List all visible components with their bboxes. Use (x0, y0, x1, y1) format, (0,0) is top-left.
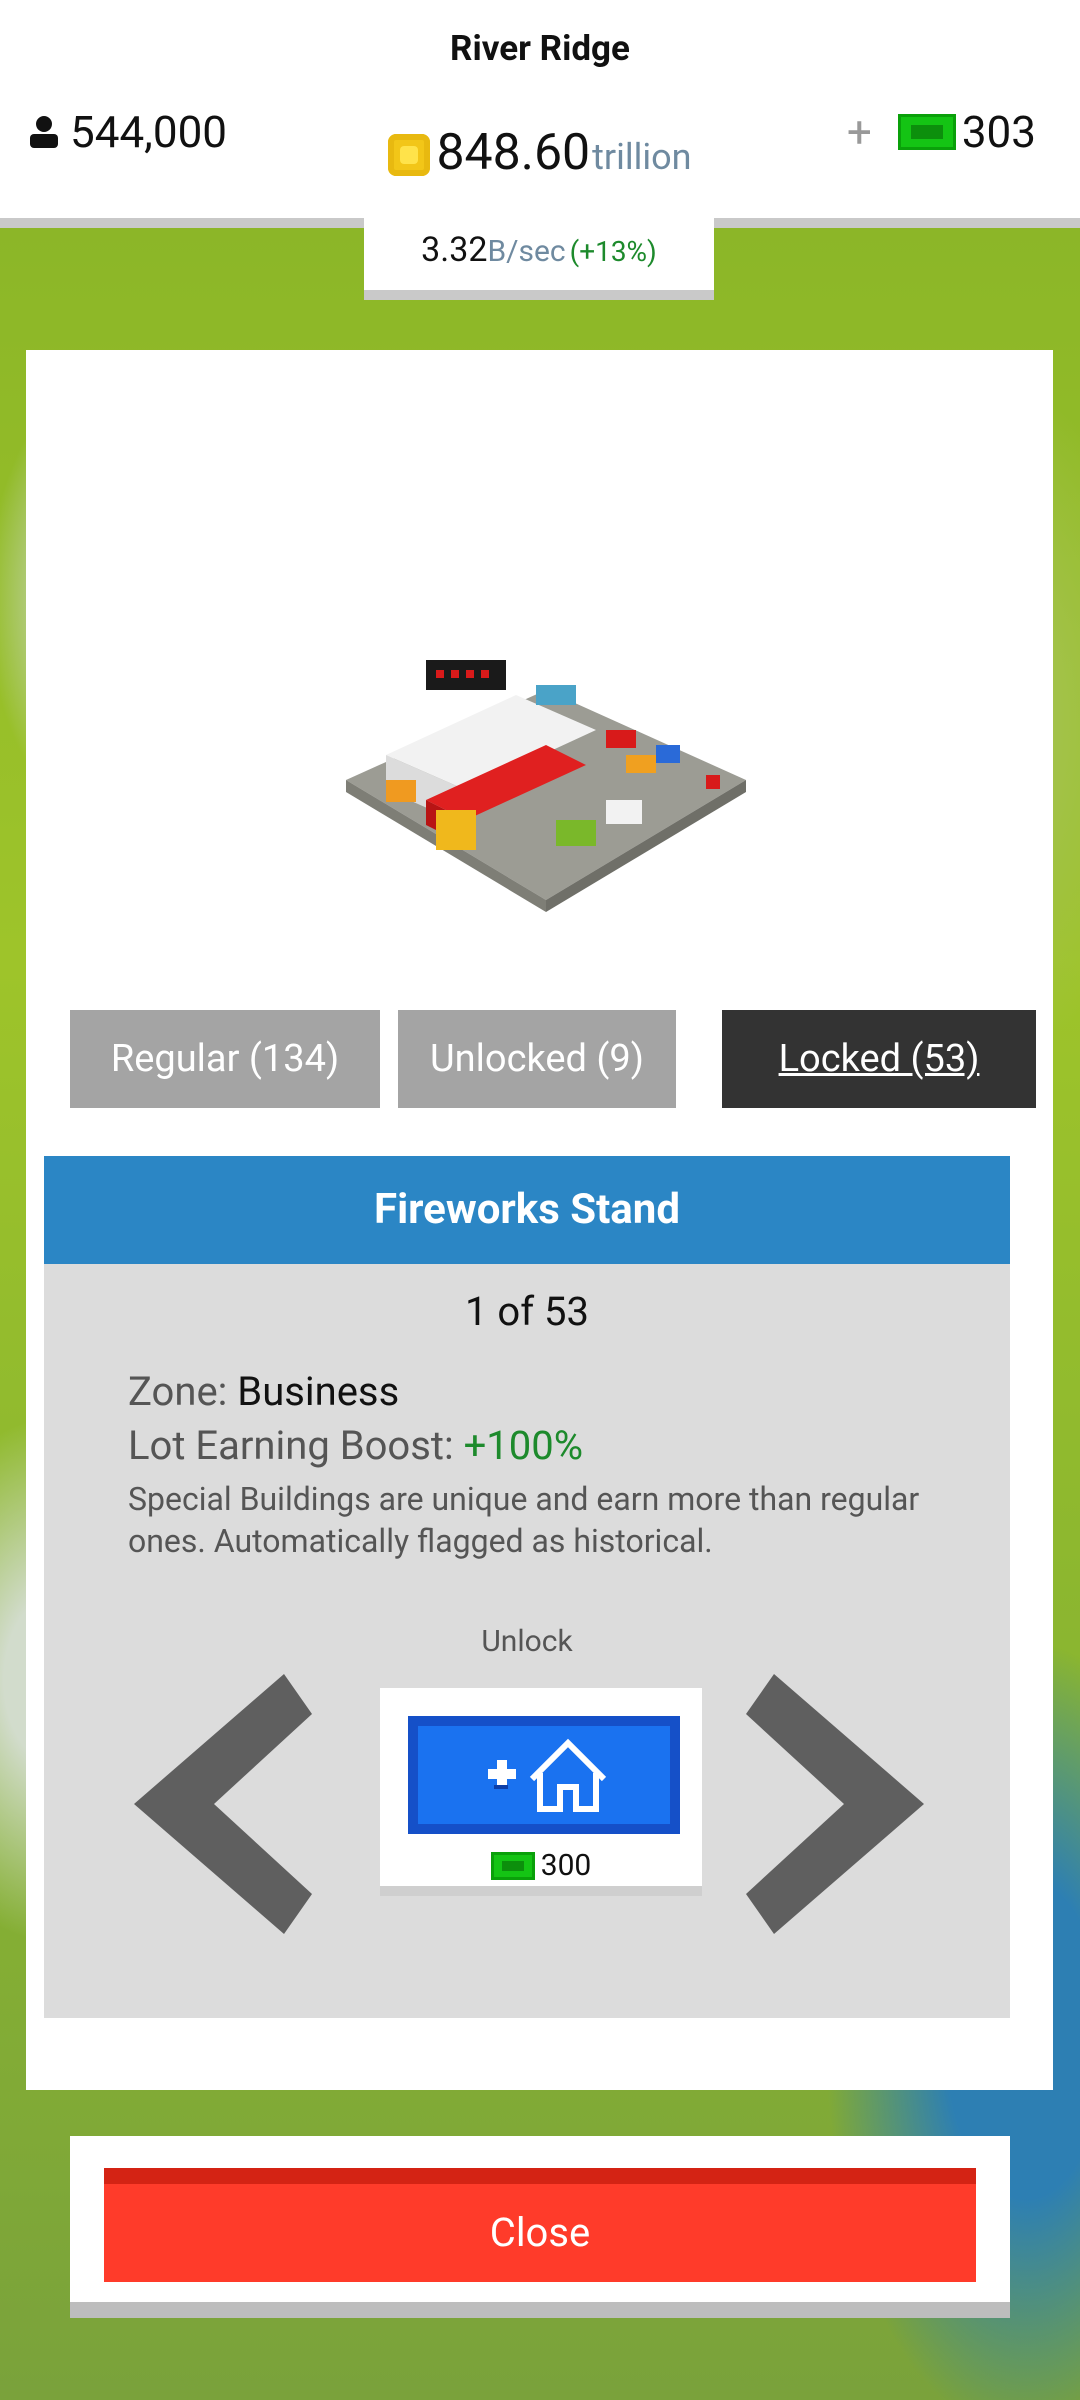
rate-boost: (+13%) (569, 235, 657, 268)
rate-value: 3.32 (421, 230, 488, 270)
add-cash-icon[interactable]: + (847, 106, 872, 158)
add-house-icon (488, 1738, 607, 1812)
coins-value: 848.60 (436, 124, 591, 182)
building-title: Fireworks Stand (44, 1156, 1010, 1264)
cash-display[interactable]: + 303 (847, 106, 1036, 158)
coins-display: 848.60 trillion (388, 124, 692, 182)
boost-row: Lot Earning Boost: +100% (128, 1422, 583, 1469)
rate-unit: B/sec (487, 234, 566, 269)
tab-regular[interactable]: Regular (134) (70, 1010, 380, 1108)
building-counter: 1 of 53 (464, 1288, 589, 1335)
unlock-label: Unlock (481, 1624, 573, 1659)
income-rate: 3.32B/sec (+13%) (364, 210, 714, 300)
cash-icon (897, 114, 956, 150)
building-details: 1 of 53 Zone: Business Lot Earning Boost… (44, 1264, 1010, 2018)
next-arrow-icon[interactable] (744, 1674, 924, 1934)
boost-value: +100% (463, 1422, 584, 1469)
city-name: River Ridge (450, 28, 630, 69)
unlock-price-value: 300 (540, 1848, 592, 1883)
close-container: Close (70, 2136, 1010, 2318)
zone-row: Zone: Business (128, 1368, 399, 1415)
tab-locked[interactable]: Locked (53) (722, 1010, 1036, 1108)
close-button[interactable]: Close (104, 2168, 976, 2282)
zone-value: Business (237, 1368, 400, 1415)
zone-label: Zone: (128, 1368, 228, 1415)
tab-unlocked[interactable]: Unlocked (9) (398, 1010, 676, 1108)
coins-unit: trillion (592, 136, 692, 178)
unlock-button[interactable] (408, 1716, 680, 1834)
previous-arrow-icon[interactable] (134, 1674, 314, 1934)
building-description: Special Buildings are unique and earn mo… (128, 1480, 920, 1560)
top-bar: River Ridge 544,000 848.60 trillion + 30… (0, 0, 1080, 218)
unlock-price: 300 (380, 1848, 702, 1883)
cash-icon (490, 1851, 535, 1880)
building-image (346, 660, 746, 912)
coin-icon (388, 134, 431, 176)
boost-label: Lot Earning Boost: (128, 1422, 454, 1469)
unlock-card: 300 (380, 1688, 702, 1896)
cash-value: 303 (961, 106, 1036, 158)
category-tabs: Regular (134) Unlocked (9) Locked (53) (70, 1010, 1036, 1108)
